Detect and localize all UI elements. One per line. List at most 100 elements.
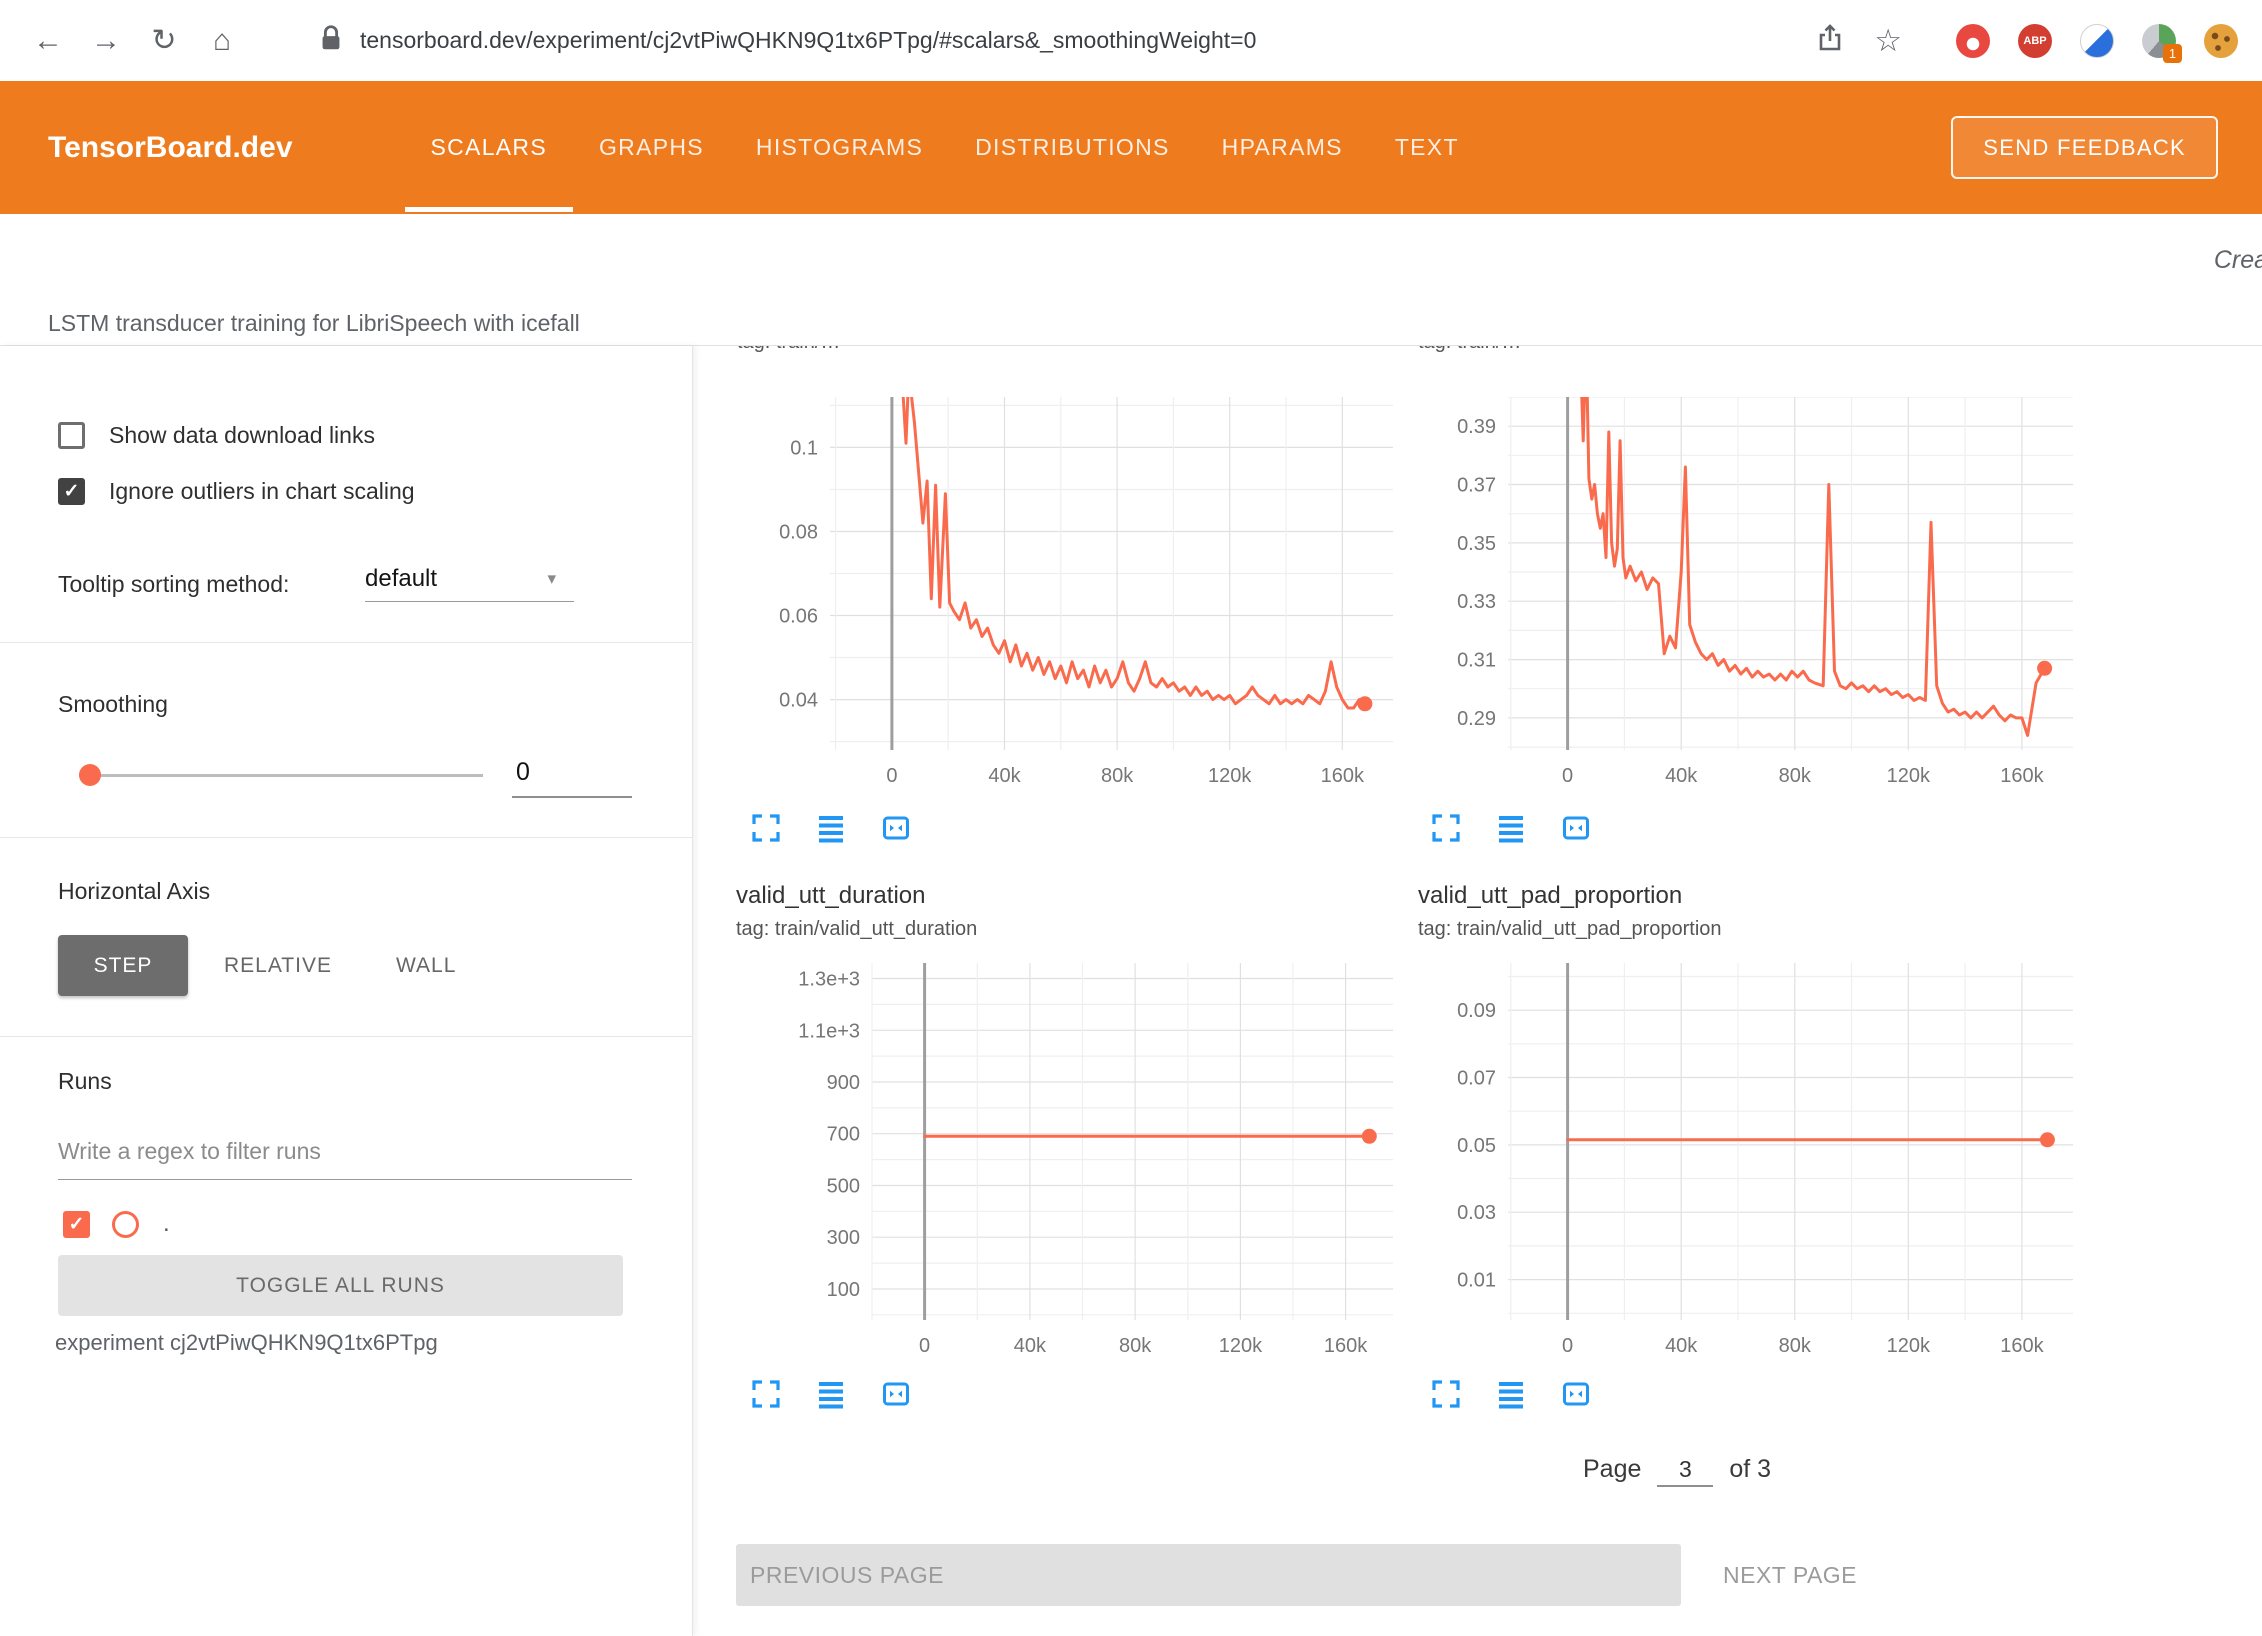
run-checkbox-icon[interactable]: ✓ xyxy=(63,1211,90,1238)
chart-toolbar xyxy=(751,1379,911,1409)
chart-valid-utt-duration[interactable]: 040k80k120k160k1003005007009001.1e+31.3e… xyxy=(782,963,1399,1366)
lock-icon xyxy=(316,22,346,59)
experiment-title: LSTM transducer training for LibriSpeech… xyxy=(48,310,580,337)
step-button[interactable]: STEP xyxy=(58,935,188,996)
svg-text:0: 0 xyxy=(919,1335,930,1357)
experiment-caption: experiment cj2vtPiwQHKN9Q1tx6PTpg xyxy=(55,1330,438,1356)
charts-panel: tag: train/… tag: train/… 0 40k 80k 120k 160… xyxy=(693,346,2262,1636)
horizontal-axis-label: Horizontal Axis xyxy=(58,878,210,905)
tab-hparams[interactable]: HPARAMS xyxy=(1196,81,1369,214)
tab-histograms[interactable]: HISTOGRAMS xyxy=(730,81,949,214)
chevron-down-icon: ▾ xyxy=(547,569,556,589)
svg-text:0.07: 0.07 xyxy=(1457,1068,1496,1090)
address-bar[interactable]: tensorboard.dev/experiment/cj2vtPiwQHKN9… xyxy=(316,22,1256,59)
svg-text:1.3e+3: 1.3e+3 xyxy=(798,969,860,991)
tooltip-sorting-select[interactable]: default ▾ xyxy=(365,556,574,602)
svg-text:0.05: 0.05 xyxy=(1457,1135,1496,1157)
wall-button[interactable]: WALL xyxy=(396,954,456,978)
svg-text:160k: 160k xyxy=(1324,1335,1368,1357)
data-lines-icon[interactable] xyxy=(1496,1379,1526,1409)
smoothing-slider[interactable] xyxy=(79,760,483,790)
tab-scalars[interactable]: SCALARS xyxy=(405,81,573,214)
fullscreen-icon[interactable] xyxy=(751,1379,781,1409)
svg-text:0: 0 xyxy=(1562,765,1573,787)
subheader: Crea LSTM transducer training for LibriS… xyxy=(0,214,2262,346)
reload-icon[interactable]: ↻ xyxy=(142,23,186,58)
share-icon[interactable] xyxy=(1814,22,1846,59)
tooltip-sorting-value: default xyxy=(365,565,437,593)
fullscreen-icon[interactable] xyxy=(1431,1379,1461,1409)
divider xyxy=(0,837,692,838)
next-page-button[interactable]: NEXT PAGE xyxy=(1717,1544,1863,1606)
chart-header: valid_utt_pad_proportion tag: train/vali… xyxy=(1418,882,2038,941)
svg-text:0: 0 xyxy=(886,765,897,787)
fullscreen-icon[interactable] xyxy=(1431,813,1461,843)
chart-toolbar xyxy=(751,813,911,843)
chart-top-left[interactable]: 040k80k120k160k0.040.060.080.1 xyxy=(740,397,1399,796)
svg-text:0.06: 0.06 xyxy=(779,606,818,628)
relative-button[interactable]: RELATIVE xyxy=(224,954,332,978)
fullscreen-icon[interactable] xyxy=(751,813,781,843)
data-lines-icon[interactable] xyxy=(816,813,846,843)
settings-sidebar: Show data download links ✓ Ignore outlie… xyxy=(0,346,693,1636)
tab-text[interactable]: TEXT xyxy=(1369,81,1485,214)
back-icon[interactable]: ← xyxy=(26,24,70,58)
data-lines-icon[interactable] xyxy=(1496,813,1526,843)
ignore-outliers-checkbox[interactable]: ✓ Ignore outliers in chart scaling xyxy=(58,478,415,505)
previous-page-button[interactable]: PREVIOUS PAGE xyxy=(736,1544,1681,1606)
blue-extension-icon[interactable] xyxy=(2080,24,2114,58)
fit-domain-icon[interactable] xyxy=(1561,813,1591,843)
tab-distributions[interactable]: DISTRIBUTIONS xyxy=(949,81,1196,214)
clipped-chart-tag: tag: train/… xyxy=(1418,346,1838,357)
svg-text:300: 300 xyxy=(827,1227,860,1249)
tab-graphs[interactable]: GRAPHS xyxy=(573,81,730,214)
send-feedback-button[interactable]: SEND FEEDBACK xyxy=(1951,116,2218,179)
chart-title: valid_utt_pad_proportion xyxy=(1418,882,2038,910)
svg-text:120k: 120k xyxy=(1208,765,1252,787)
chart-title: valid_utt_duration xyxy=(736,882,1356,910)
svg-text:80k: 80k xyxy=(1101,765,1134,787)
chart-top-right[interactable]: 040k80k120k160k0.290.310.330.350.370.39 xyxy=(1418,397,2079,796)
home-icon[interactable]: ⌂ xyxy=(200,24,244,58)
svg-text:40k: 40k xyxy=(1665,765,1698,787)
svg-text:0.04: 0.04 xyxy=(779,690,818,712)
svg-text:100: 100 xyxy=(827,1279,860,1301)
show-download-links-checkbox[interactable]: Show data download links xyxy=(58,422,375,449)
clipped-chart-tag: tag: train/… xyxy=(737,346,1157,357)
nav-tabs: SCALARS GRAPHS HISTOGRAMS DISTRIBUTIONS … xyxy=(405,81,1485,214)
colorful-extension-icon[interactable]: 1 xyxy=(2142,24,2176,58)
toggle-all-runs-button[interactable]: TOGGLE ALL RUNS xyxy=(58,1255,623,1316)
app-logo: TensorBoard.dev xyxy=(48,131,293,165)
abp-extension-icon[interactable]: ABP xyxy=(2018,24,2052,58)
divider xyxy=(0,1036,692,1037)
smoothing-label: Smoothing xyxy=(58,691,168,718)
checkbox-checked-icon: ✓ xyxy=(58,478,85,505)
bookmark-star-icon[interactable]: ☆ xyxy=(1874,23,1902,59)
svg-text:500: 500 xyxy=(827,1176,860,1198)
svg-text:0.1: 0.1 xyxy=(790,437,818,459)
run-name: . xyxy=(163,1210,170,1238)
cookie-extension-icon[interactable] xyxy=(2204,24,2238,58)
fit-domain-icon[interactable] xyxy=(881,1379,911,1409)
tooltip-sorting-label: Tooltip sorting method: xyxy=(58,571,289,598)
page-number-input[interactable] xyxy=(1657,1454,1713,1487)
run-color-swatch xyxy=(112,1211,139,1238)
svg-text:160k: 160k xyxy=(2000,1335,2044,1357)
chart-header: valid_utt_duration tag: train/valid_utt_… xyxy=(736,882,1356,941)
chart-valid-utt-pad-proportion[interactable]: 040k80k120k160k0.010.030.050.070.09 xyxy=(1418,963,2079,1366)
fit-domain-icon[interactable] xyxy=(1561,1379,1591,1409)
svg-text:80k: 80k xyxy=(1779,765,1812,787)
runs-filter-input[interactable] xyxy=(58,1124,632,1180)
forward-icon[interactable]: → xyxy=(84,24,128,58)
svg-text:40k: 40k xyxy=(1665,1335,1698,1357)
adblock-extension-icon[interactable] xyxy=(1956,24,1990,58)
svg-text:0.03: 0.03 xyxy=(1457,1202,1496,1224)
fit-domain-icon[interactable] xyxy=(881,813,911,843)
pagination: Page of 3 xyxy=(1583,1454,1771,1487)
smoothing-value-input[interactable] xyxy=(512,748,632,798)
extension-count-badge: 1 xyxy=(2163,44,2182,63)
data-lines-icon[interactable] xyxy=(816,1379,846,1409)
slider-thumb[interactable] xyxy=(79,764,101,786)
svg-text:900: 900 xyxy=(827,1072,860,1094)
run-row[interactable]: ✓ . xyxy=(63,1206,170,1242)
